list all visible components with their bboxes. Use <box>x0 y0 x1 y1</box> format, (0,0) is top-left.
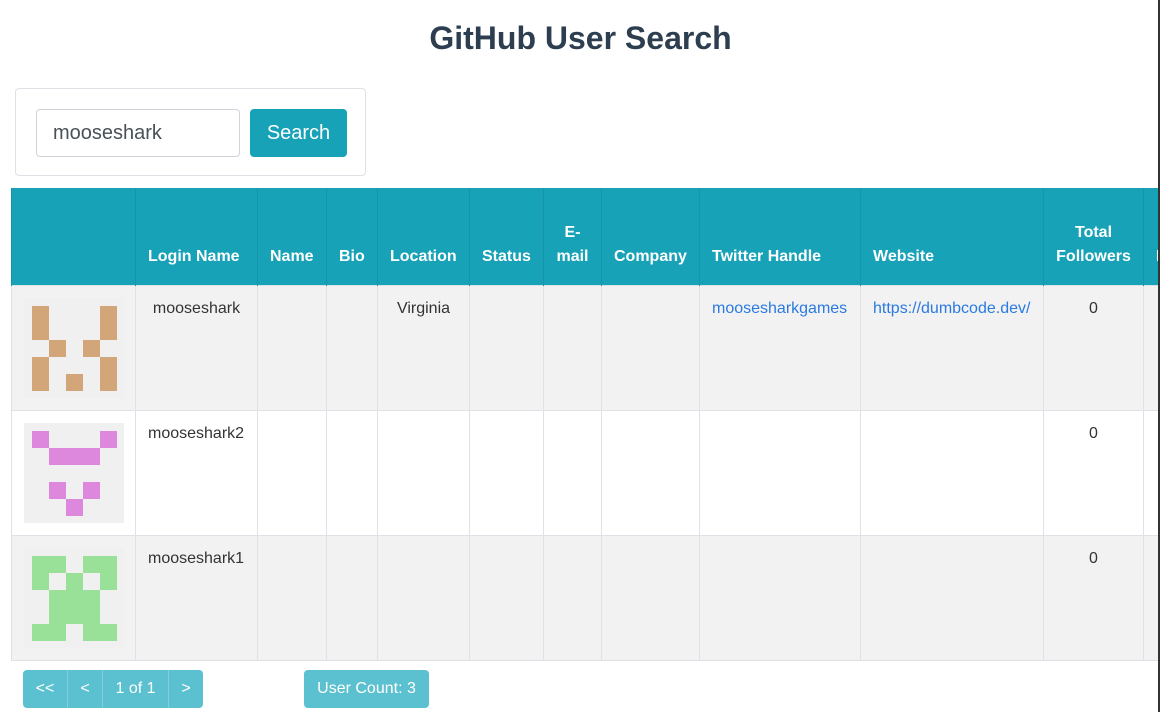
website-cell: https://dumbcode.dev/ <box>860 284 1044 411</box>
followers-cell: 0 <box>1043 409 1144 536</box>
followers-cell: 0 <box>1043 534 1144 661</box>
website-cell <box>860 534 1044 661</box>
location-cell: Virginia <box>377 284 470 411</box>
company-cell <box>601 284 700 411</box>
first-page-button[interactable]: << <box>23 670 68 708</box>
status-cell <box>469 409 544 536</box>
page-indicator: 1 of 1 <box>103 670 169 708</box>
header-bio[interactable]: Bio <box>326 188 378 285</box>
results-table: Login Name Name Bio Location Status E-ma… <box>11 188 1158 661</box>
prev-page-button[interactable]: < <box>68 670 103 708</box>
avatar-cell <box>11 409 136 536</box>
table-row: mooseshark1 0 <box>11 534 1158 661</box>
pagination: << < 1 of 1 > <box>23 670 203 708</box>
header-truncated[interactable]: I <box>1143 188 1158 285</box>
twitter-cell <box>699 409 861 536</box>
extra-cell <box>1143 284 1158 411</box>
location-cell <box>377 409 470 536</box>
header-status[interactable]: Status <box>469 188 544 285</box>
header-website[interactable]: Website <box>860 188 1044 285</box>
twitter-cell <box>699 534 861 661</box>
email-cell <box>543 409 602 536</box>
header-company[interactable]: Company <box>601 188 700 285</box>
location-cell <box>377 534 470 661</box>
company-cell <box>601 534 700 661</box>
header-email[interactable]: E-mail <box>543 188 602 285</box>
login-name-cell: mooseshark2 <box>135 409 258 536</box>
website-cell <box>860 409 1044 536</box>
avatar-cell <box>11 284 136 411</box>
header-name[interactable]: Name <box>257 188 327 285</box>
avatar[interactable] <box>24 297 124 398</box>
page-right-border <box>1158 0 1160 712</box>
status-cell <box>469 284 544 411</box>
next-page-button[interactable]: > <box>169 670 203 708</box>
bio-cell <box>326 284 378 411</box>
status-cell <box>469 534 544 661</box>
extra-cell <box>1143 409 1158 536</box>
header-location[interactable]: Location <box>377 188 470 285</box>
name-cell <box>257 409 327 536</box>
extra-cell <box>1143 534 1158 661</box>
header-total-followers[interactable]: Total Followers <box>1043 188 1144 285</box>
company-cell <box>601 409 700 536</box>
twitter-cell: moosesharkgames <box>699 284 861 411</box>
search-button[interactable]: Search <box>250 109 347 157</box>
name-cell <box>257 534 327 661</box>
followers-cell: 0 <box>1043 284 1144 411</box>
avatar-cell <box>11 534 136 661</box>
header-login-name[interactable]: Login Name <box>135 188 258 285</box>
avatar[interactable] <box>24 547 124 648</box>
results-table-container[interactable]: Login Name Name Bio Location Status E-ma… <box>11 188 1158 662</box>
website-link[interactable]: https://dumbcode.dev/ <box>873 300 1030 317</box>
email-cell <box>543 534 602 661</box>
table-row: mooseshark Virginia moosesharkgames http… <box>11 284 1158 411</box>
page-title: GitHub User Search <box>429 20 732 56</box>
header-twitter-handle[interactable]: Twitter Handle <box>699 188 861 285</box>
login-name-cell: mooseshark1 <box>135 534 258 661</box>
table-row: mooseshark2 0 <box>11 409 1158 536</box>
email-cell <box>543 284 602 411</box>
bio-cell <box>326 409 378 536</box>
bio-cell <box>326 534 378 661</box>
avatar[interactable] <box>24 422 124 523</box>
table-header-row: Login Name Name Bio Location Status E-ma… <box>11 188 1158 285</box>
search-panel: Search <box>15 88 366 176</box>
name-cell <box>257 284 327 411</box>
search-input[interactable] <box>36 109 240 157</box>
login-name-cell: mooseshark <box>135 284 258 411</box>
user-count-badge: User Count: 3 <box>304 670 429 708</box>
twitter-link[interactable]: moosesharkgames <box>712 300 847 317</box>
header-avatar <box>11 188 136 285</box>
